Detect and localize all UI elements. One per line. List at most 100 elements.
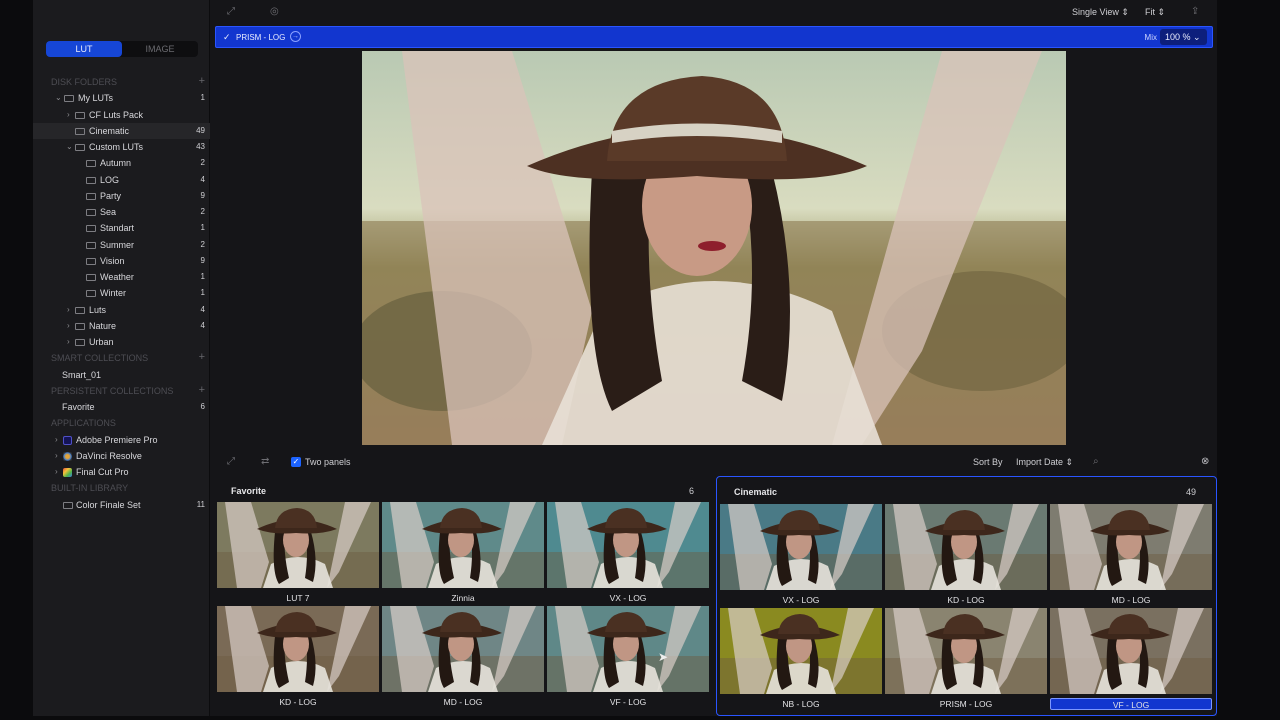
- lut-thumbnail-label[interactable]: VF - LOG: [547, 696, 709, 708]
- item-count: 9: [200, 190, 205, 200]
- sidebar-item-final-cut[interactable]: › Final Cut Pro: [33, 464, 210, 480]
- lut-thumbnail[interactable]: [1050, 504, 1212, 590]
- lut-thumbnail[interactable]: [382, 606, 544, 692]
- sidebar-item-premiere[interactable]: › Adobe Premiere Pro: [33, 432, 210, 448]
- image-tab[interactable]: IMAGE: [122, 41, 198, 57]
- sidebar-item-cf-luts-pack[interactable]: › CF Luts Pack: [33, 107, 210, 123]
- lut-thumbnail[interactable]: [885, 608, 1047, 694]
- clear-search-icon[interactable]: ⊗: [1201, 456, 1209, 467]
- cinematic-panel: Cinematic 49 VX - LOG KD - LOG MD - LOG NB …: [716, 476, 1217, 716]
- chevron-down-icon[interactable]: ⌄: [66, 139, 73, 155]
- lut-thumbnail[interactable]: [885, 504, 1047, 590]
- lut-thumbnail-label[interactable]: VX - LOG: [720, 594, 882, 606]
- sidebar-item-luts[interactable]: › Luts 4: [33, 302, 210, 318]
- zoom-fit-select[interactable]: Fit ⇕: [1145, 7, 1165, 18]
- sidebar-item-party[interactable]: Party 9: [33, 188, 210, 204]
- folder-icon: [86, 176, 96, 184]
- lut-thumbnail-label[interactable]: NB - LOG: [720, 698, 882, 710]
- sidebar-item-label: Weather: [100, 272, 134, 282]
- add-folder-icon[interactable]: +: [199, 74, 205, 89]
- folder-icon: [75, 111, 85, 119]
- chevron-right-icon[interactable]: ›: [67, 302, 70, 318]
- view-mode-select[interactable]: Single View ⇕: [1072, 7, 1129, 18]
- compare-icon[interactable]: ◎: [270, 6, 279, 17]
- sidebar-item-winter[interactable]: Winter 1: [33, 285, 210, 301]
- sidebar-item-favorite[interactable]: Favorite 6: [33, 399, 210, 415]
- sidebar-item-resolve[interactable]: › DaVinci Resolve: [33, 448, 210, 464]
- mix-value-field[interactable]: 100 % ⌄: [1160, 29, 1207, 45]
- lut-tab[interactable]: LUT: [46, 41, 122, 57]
- lut-thumbnail-label[interactable]: VX - LOG: [547, 592, 709, 604]
- lut-thumbnail-label[interactable]: KD - LOG: [217, 696, 379, 708]
- lut-thumbnail[interactable]: [382, 502, 544, 588]
- sidebar-item-sea[interactable]: Sea 2: [33, 204, 210, 220]
- expand-icon[interactable]: ⤢: [227, 6, 235, 17]
- sidebar-item-cinematic[interactable]: Cinematic 49: [33, 122, 210, 139]
- lut-thumbnail-label[interactable]: VF - LOG: [1050, 698, 1212, 710]
- add-collection-icon[interactable]: +: [199, 350, 205, 365]
- browser-toolbar: ⤢ ⇄ ✓ Two panels Sort By Import Date ⇕ ⌕…: [213, 452, 1217, 472]
- sidebar-item-color-finale-set[interactable]: Color Finale Set 11: [33, 497, 210, 513]
- folder-icon: [86, 241, 96, 249]
- sidebar-item-log[interactable]: LOG 4: [33, 172, 210, 188]
- swap-icon[interactable]: ⇄: [261, 456, 269, 467]
- preview-photo: [362, 51, 1066, 445]
- chevron-right-icon[interactable]: ›: [55, 464, 58, 480]
- sidebar-item-label: Cinematic: [89, 125, 130, 136]
- panel-title: Cinematic: [734, 487, 778, 497]
- sidebar-item-autumn[interactable]: Autumn 2: [33, 155, 210, 171]
- sidebar-item-summer[interactable]: Summer 2: [33, 237, 210, 253]
- lut-thumbnail[interactable]: [547, 606, 709, 692]
- lut-thumbnail-label[interactable]: MD - LOG: [1050, 594, 1212, 606]
- two-panels-checkbox[interactable]: ✓: [291, 457, 301, 467]
- sidebar-item-vision[interactable]: Vision 9: [33, 253, 210, 269]
- sidebar-item-my-luts[interactable]: ⌄ My LUTs 1: [33, 90, 210, 106]
- mix-value: 100 %: [1165, 32, 1191, 42]
- sidebar-item-custom-luts[interactable]: ⌄ Custom LUTs 43: [33, 139, 210, 155]
- folder-icon: [75, 127, 85, 135]
- expand-icon[interactable]: ⤢: [227, 456, 235, 467]
- thumbnail-photo: [382, 606, 544, 692]
- chevron-right-icon[interactable]: ›: [55, 432, 58, 448]
- share-icon[interactable]: ⇪: [1191, 6, 1199, 17]
- chevron-right-icon[interactable]: ›: [67, 334, 70, 350]
- final-cut-app-icon: [63, 468, 72, 477]
- folder-icon: [86, 160, 96, 168]
- lut-thumbnail[interactable]: [1050, 608, 1212, 694]
- chevron-right-icon[interactable]: ›: [55, 448, 58, 464]
- lut-thumbnail-label[interactable]: LUT 7: [217, 592, 379, 604]
- lut-enabled-checkbox[interactable]: ✓: [223, 32, 231, 43]
- section-builtin-library: BUILT-IN LIBRARY: [33, 480, 210, 496]
- item-count: 1: [200, 288, 205, 298]
- lut-thumbnail[interactable]: [720, 608, 882, 694]
- lut-thumbnail-label[interactable]: MD - LOG: [382, 696, 544, 708]
- folder-icon: [86, 192, 96, 200]
- item-count: 4: [200, 320, 205, 330]
- item-count: 11: [196, 499, 205, 509]
- thumbnail-photo: [885, 608, 1047, 694]
- lut-thumbnail[interactable]: [217, 606, 379, 692]
- sidebar-item-standart[interactable]: Standart 1: [33, 220, 210, 236]
- sidebar-item-smart-01[interactable]: Smart_01: [33, 367, 210, 383]
- search-icon[interactable]: ⌕: [1093, 456, 1099, 467]
- applied-lut-bar[interactable]: ✓ PRISM - LOG → Mix 100 % ⌄: [215, 26, 1213, 48]
- chevron-right-icon[interactable]: ›: [67, 107, 70, 123]
- thumbnail-photo: [547, 502, 709, 588]
- sidebar-item-weather[interactable]: Weather 1: [33, 269, 210, 285]
- sort-by-select[interactable]: Import Date ⇕: [1016, 457, 1073, 468]
- thumbnail-photo: [217, 502, 379, 588]
- chevron-down-icon[interactable]: ⌄: [55, 90, 62, 106]
- sidebar-item-label: Vision: [100, 255, 125, 266]
- add-collection-icon[interactable]: +: [199, 383, 205, 398]
- sidebar-item-urban[interactable]: › Urban: [33, 334, 210, 350]
- lut-thumbnail[interactable]: [547, 502, 709, 588]
- chevron-right-icon[interactable]: ›: [67, 318, 70, 334]
- lut-thumbnail-label[interactable]: PRISM - LOG: [885, 698, 1047, 710]
- lut-thumbnail[interactable]: [720, 504, 882, 590]
- arrow-right-circle-icon[interactable]: →: [290, 31, 301, 42]
- lut-thumbnail-label[interactable]: Zinnia: [382, 592, 544, 604]
- thumbnail-photo: [720, 608, 882, 694]
- sidebar-item-nature[interactable]: › Nature 4: [33, 318, 210, 334]
- lut-thumbnail[interactable]: [217, 502, 379, 588]
- lut-thumbnail-label[interactable]: KD - LOG: [885, 594, 1047, 606]
